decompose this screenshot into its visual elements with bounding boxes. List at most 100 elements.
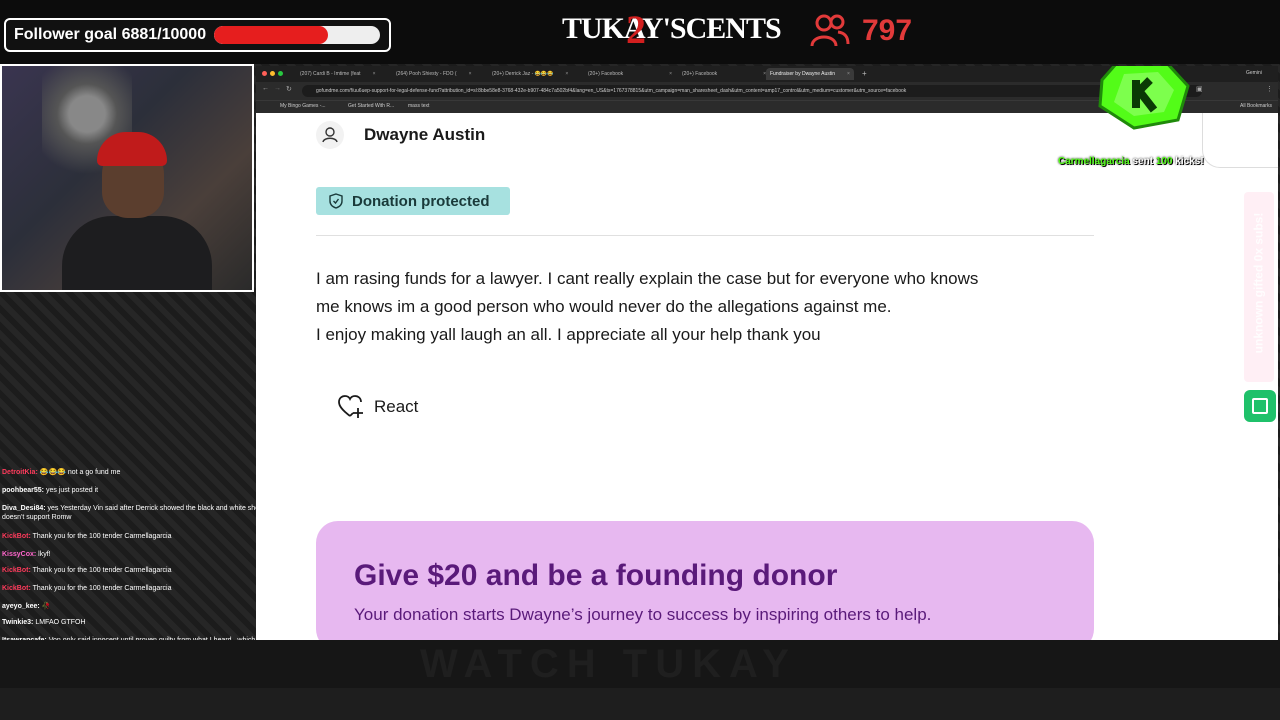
chat-text: 🥀 [39,603,51,610]
chat-text: Thank you for the 100 tender Carmellagar… [30,567,172,574]
chat-message: DetroitKia: 😂😂😂 not a go fund me [2,468,272,477]
overlay-top-bar: Follower goal 6881/10000 TUKAY'S 2 CENTS 7… [0,0,1280,64]
chat-message: KissyCox: lkyf! [2,550,272,559]
tab-title: (20+) Facebook [682,71,718,77]
logo-left: TUKAY'S [562,12,687,45]
kick-alert-user: Carmellagarcia [1058,156,1130,167]
chat-message: Diva_Desi84: yes Yesterday Vin said afte… [2,504,272,522]
browser-tab[interactable]: (20+) Derrick Jaz - 😂😂😂 × [492,68,568,80]
story-line: I am rasing funds for a lawyer. I cant r… [316,269,979,288]
browser-tab[interactable]: (20+) Facebook × [588,68,672,80]
window-maximize-icon[interactable] [278,71,283,76]
bottom-watermark: WATCH TUKAY [420,642,797,686]
react-button[interactable]: React [338,395,418,419]
kick-alert: Carmellagarcia sent 100 kicks! [1058,156,1204,167]
gofundme-page: Dwayne Austin Donation protected I am ra… [256,113,1278,640]
follower-goal-fill [214,26,329,44]
chat-username[interactable]: DetroitKia: [2,469,38,476]
shield-icon [329,193,343,209]
chat-message: poohbear55: yes just posted it [2,486,272,495]
chat-text: Thank you for the 100 tender Carmellagar… [30,533,172,540]
tab-title: (20+) Derrick Jaz - 😂😂😂 [492,71,554,77]
browser-tab[interactable]: (207) Cardi B - Imtime (feat × [300,68,376,80]
promo-subtitle: Your donation starts Dwayne’s journey to… [354,605,932,624]
chat-message: ayeyo_kee: 🥀 [2,602,272,611]
gifted-subs-alert: unknown gifted 0x subs! [1244,192,1274,382]
follower-goal-bar [214,26,381,44]
all-bookmarks[interactable]: All Bookmarks [1240,103,1272,109]
browser-tab-active[interactable]: Fundraiser by Dwayne Austin × [766,68,854,80]
viewers-icon [810,14,850,47]
bookmark-item[interactable]: My Bingo Games -... [280,103,326,109]
bookmark-item[interactable]: Get Started With R... [348,103,394,109]
chat-username[interactable]: KissyCox: [2,551,36,558]
chat-text: 😂😂😂 not a go fund me [37,469,121,476]
chat-text: LMFAO GTFOH [33,619,86,626]
stream-logo: TUKAY'S 2 CENTS [562,7,782,56]
kick-alert-end: kicks! [1172,156,1204,167]
back-icon[interactable]: ← [262,85,269,92]
bookmark-item[interactable]: mass text [408,103,429,109]
chat-username[interactable]: poohbear55: [2,487,44,494]
user-icon [316,121,344,149]
founding-donor-promo: Give $20 and be a founding donor Your do… [316,521,1094,640]
divider [316,235,1094,236]
close-icon[interactable]: × [669,71,672,77]
gifted-subs-text: unknown gifted 0x subs! [1251,212,1266,354]
tab-title: (20+) Facebook [588,71,624,77]
logo-num: 2 [626,7,646,52]
follower-goal-label: Follower goal 6881/10000 [14,26,207,43]
window-close-icon[interactable] [262,71,267,76]
viewer-count-widget: 797 [810,12,912,50]
window-minimize-icon[interactable] [270,71,275,76]
donation-protected-badge[interactable]: Donation protected [316,187,510,215]
badge-label: Donation protected [352,192,490,210]
url-field[interactable]: gofundme.com/f/uu6uep-support-for-legal-… [302,85,1202,97]
close-icon[interactable]: × [565,71,568,77]
chat-text: yes just posted it [44,487,99,494]
fundraiser-story: I am rasing funds for a lawyer. I cant r… [316,265,1096,349]
kick-alert-mid: sent [1129,156,1156,167]
browser-tab[interactable]: (264) Pooh Shiesty - FDO (× [396,68,472,80]
logo-right: CENTS [685,12,782,45]
follower-goal-widget: Follower goal 6881/10000 [4,18,391,52]
forward-icon[interactable]: → [274,85,281,92]
browser-window: (207) Cardi B - Imtime (feat × (264) Pooh… [256,66,1278,640]
close-icon[interactable]: × [469,71,472,77]
heart-plus-icon [338,395,363,418]
browser-tab[interactable]: (20+) Facebook × [682,68,766,80]
chat-username[interactable]: Twinkie3: [2,619,33,626]
kick-alert-amount: 100 [1155,156,1173,167]
tab-title: Fundraiser by Dwayne Austin [770,71,836,77]
menu-icon[interactable]: ⋮ [1266,85,1273,93]
chat-message: KickBot: Thank you for the 100 tender Ca… [2,584,272,593]
organizer-row: Dwayne Austin [316,121,485,149]
extensions-icon[interactable]: ▣ [1196,85,1203,93]
viewer-count: 797 [862,14,913,47]
story-line: I enjoy making yall laugh an all. I appr… [316,325,821,344]
streamer-cap [97,132,167,166]
close-icon[interactable]: × [847,71,850,77]
streamer-body [62,216,212,290]
chat-username[interactable]: KickBot: [2,567,31,574]
kick-gem-icon [1098,66,1190,130]
story-line: me knows im a good person who would neve… [316,297,892,316]
chat-message: KickBot: Thank you for the 100 tender Ca… [2,566,272,575]
chat-text: Thank you for the 100 tender Carmellagar… [30,585,172,592]
side-panel-button[interactable] [1244,390,1276,422]
reload-icon[interactable]: ↻ [286,85,292,93]
chat-username[interactable]: KickBot: [2,585,31,592]
chat-username[interactable]: ayeyo_kee: [2,603,40,610]
chat-message: KickBot: Thank you for the 100 tender Ca… [2,532,272,541]
overlay-footer [0,688,1280,720]
promo-title: Give $20 and be a founding donor [354,559,838,592]
side-card-edge [1202,113,1278,168]
close-icon[interactable]: × [373,71,376,77]
chat-username[interactable]: KickBot: [2,533,31,540]
tab-title: (207) Cardi B - Imtime (feat [300,71,361,77]
new-tab-icon[interactable]: + [862,69,867,78]
organizer-name[interactable]: Dwayne Austin [364,125,485,145]
gemini-button[interactable]: Gemini [1246,70,1262,76]
chat-username[interactable]: Diva_Desi84: [2,505,46,512]
react-label: React [374,397,419,416]
